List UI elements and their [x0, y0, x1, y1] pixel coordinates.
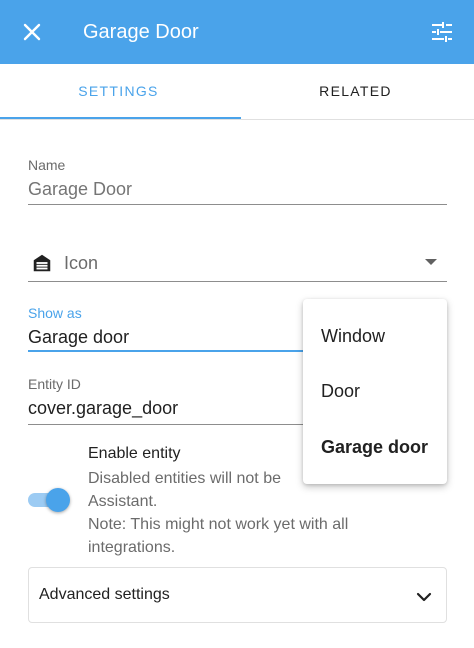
menu-item-window[interactable]: Window: [321, 326, 385, 347]
menu-item-door[interactable]: Door: [321, 381, 360, 402]
tab-settings[interactable]: SETTINGS: [0, 64, 237, 120]
entity-id-input[interactable]: cover.garage_door: [28, 398, 178, 419]
active-tab-indicator: [0, 117, 241, 119]
description-line: Assistant.: [88, 493, 158, 510]
garage-icon: [33, 254, 51, 272]
description-line: Note: This might not work yet with all: [88, 516, 349, 533]
name-underline: [28, 204, 447, 205]
show-as-select[interactable]: Garage door: [28, 327, 129, 348]
enable-entity-label: Enable entity: [88, 445, 181, 462]
advanced-settings-label: Advanced settings: [39, 586, 170, 603]
dialog-header: Garage Door: [0, 0, 474, 64]
caret-down-icon[interactable]: [425, 259, 437, 265]
icon-placeholder: Icon: [64, 253, 99, 273]
tab-bar: SETTINGS RELATED: [0, 64, 474, 120]
tab-related[interactable]: RELATED: [237, 64, 474, 120]
entity-id-underline: [28, 424, 303, 425]
close-icon[interactable]: [20, 20, 44, 44]
show-as-underline: [28, 350, 303, 352]
chevron-down-icon: [416, 592, 432, 602]
show-as-label: Show as: [28, 305, 82, 321]
name-input[interactable]: Garage Door: [28, 179, 132, 200]
icon-picker[interactable]: Icon: [28, 244, 447, 284]
tune-icon[interactable]: [430, 20, 454, 44]
menu-item-garage-door[interactable]: Garage door: [321, 437, 428, 458]
description-line: integrations.: [88, 539, 176, 556]
enable-entity-toggle[interactable]: [28, 488, 70, 512]
advanced-settings-expander[interactable]: Advanced settings: [28, 567, 447, 623]
entity-id-label: Entity ID: [28, 376, 81, 392]
toggle-thumb: [46, 488, 70, 512]
dialog-title: Garage Door: [83, 21, 199, 43]
icon-underline: [28, 281, 447, 282]
name-label: Name: [28, 157, 66, 173]
show-as-dropdown-menu: Window Door Garage door: [303, 299, 447, 484]
